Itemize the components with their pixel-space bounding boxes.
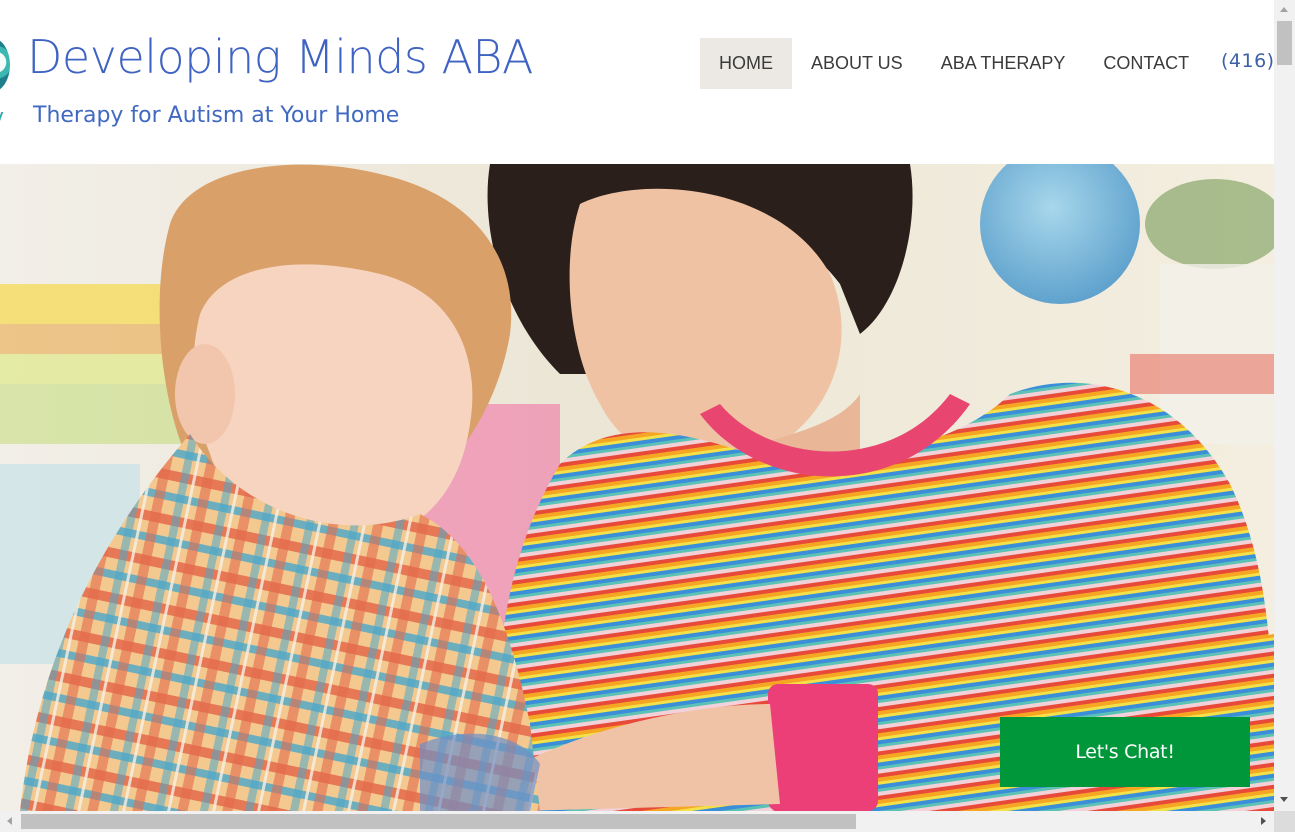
vertical-scrollbar[interactable]	[1274, 0, 1295, 811]
phone-number[interactable]: (416)	[1221, 50, 1274, 72]
vertical-scroll-thumb[interactable]	[1277, 21, 1292, 65]
arrow-up-icon[interactable]	[1280, 7, 1288, 12]
nav-item-home[interactable]: HOME	[700, 38, 792, 89]
main-nav: HOME ABOUT US ABA THERAPY CONTACT	[700, 38, 1208, 89]
arrow-down-icon[interactable]	[1280, 797, 1288, 802]
horizontal-scrollbar[interactable]	[0, 811, 1274, 832]
nav-item-contact[interactable]: CONTACT	[1084, 38, 1208, 89]
page-viewport: Developing Minds ABA Therapy for Autism …	[0, 0, 1274, 811]
arrow-left-icon[interactable]	[7, 817, 12, 825]
lets-chat-button[interactable]: Let's Chat!	[1000, 717, 1250, 787]
nav-item-about-us[interactable]: ABOUT US	[792, 38, 922, 89]
logo-icon[interactable]	[0, 38, 10, 92]
hero-photo	[0, 164, 1274, 811]
logo-fragment	[0, 112, 10, 130]
scrollbar-corner	[1274, 811, 1295, 832]
site-tagline: Therapy for Autism at Your Home	[33, 103, 400, 128]
horizontal-scroll-thumb[interactable]	[21, 814, 856, 829]
site-title[interactable]: Developing Minds ABA	[27, 30, 534, 84]
arrow-right-icon[interactable]	[1261, 817, 1266, 825]
nav-item-aba-therapy[interactable]: ABA THERAPY	[922, 38, 1085, 89]
